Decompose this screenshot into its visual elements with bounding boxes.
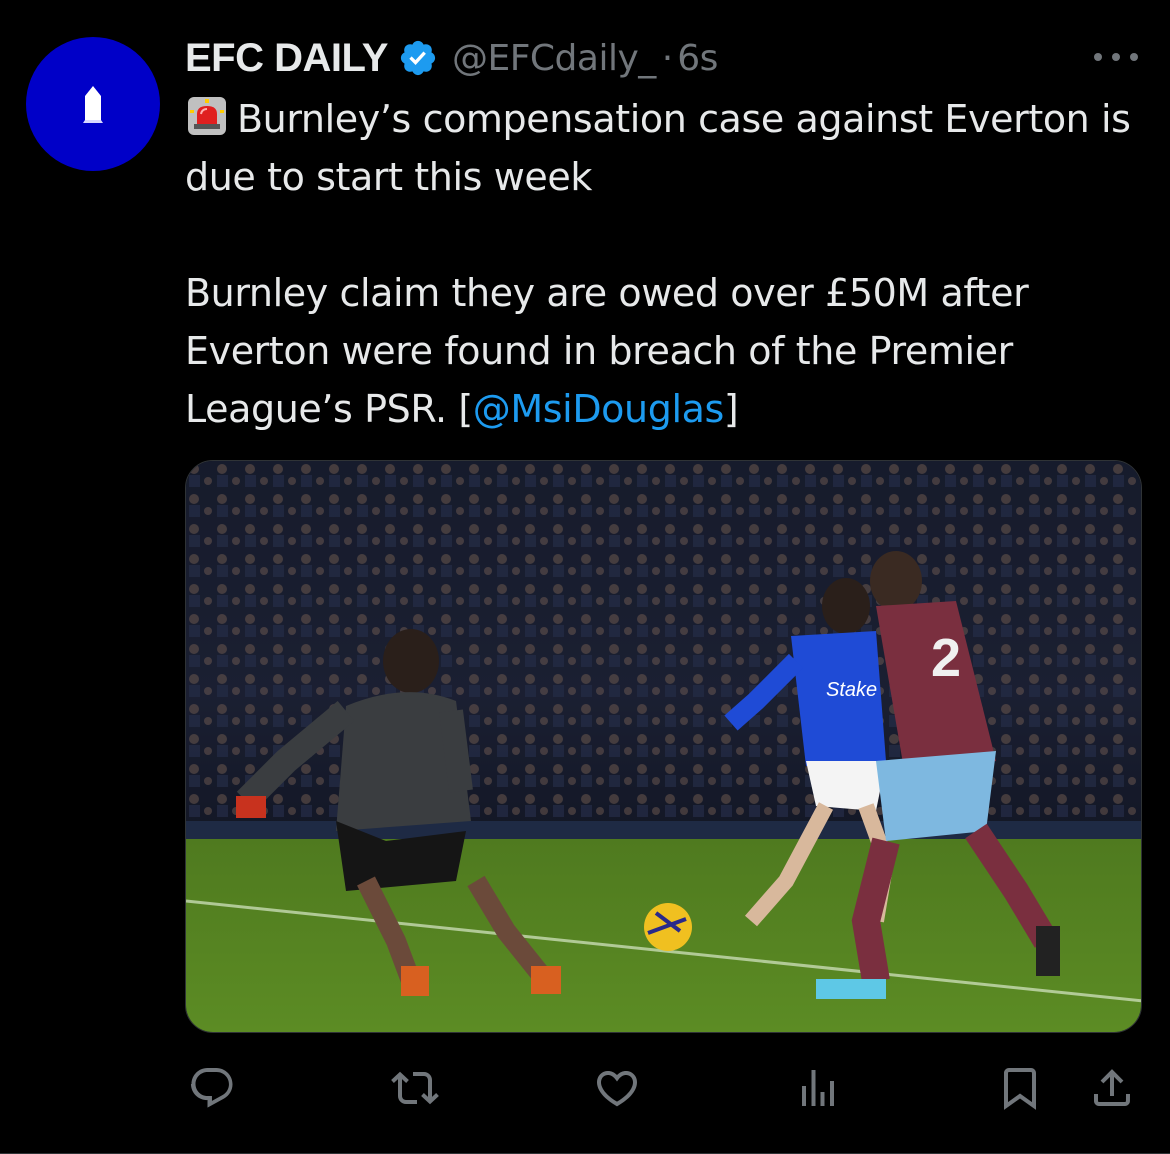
display-name[interactable]: EFC DAILY xyxy=(185,36,388,81)
tweet-header: EFC DAILY @EFCdaily_ · 6s xyxy=(185,30,718,86)
mention-link[interactable]: @MsiDouglas xyxy=(473,387,725,431)
author-handle[interactable]: @EFCdaily_ xyxy=(452,38,656,79)
timestamp[interactable]: 6s xyxy=(677,38,718,79)
share-icon[interactable] xyxy=(1082,1058,1142,1118)
reply-icon[interactable] xyxy=(182,1058,242,1118)
separator-dot: · xyxy=(661,37,674,79)
tweet-text: Burnley’s compensation case against Ever… xyxy=(185,90,1135,438)
retweet-icon[interactable] xyxy=(385,1058,445,1118)
verified-badge-icon[interactable] xyxy=(398,38,438,78)
heart-icon[interactable] xyxy=(587,1058,647,1118)
avatar[interactable] xyxy=(26,37,160,171)
tweet-paragraph-1: Burnley’s compensation case against Ever… xyxy=(185,90,1135,206)
action-bar xyxy=(0,1058,1170,1118)
tweet-line-2-end: ] xyxy=(723,387,739,431)
football-photo: Stake 2 xyxy=(186,461,1141,1032)
more-options-icon[interactable] xyxy=(1094,42,1138,72)
church-tower-logo-icon xyxy=(83,86,103,123)
tweet-card[interactable]: EFC DAILY @EFCdaily_ · 6s Burnley’s comp… xyxy=(0,0,1170,1154)
sponsor-text: Stake xyxy=(826,679,877,701)
siren-icon xyxy=(185,94,229,138)
tweet-line-1: Burnley’s compensation case against Ever… xyxy=(185,97,1131,199)
bookmark-icon[interactable] xyxy=(990,1058,1050,1118)
analytics-icon[interactable] xyxy=(788,1058,848,1118)
tweet-photo[interactable]: Stake 2 xyxy=(185,460,1142,1033)
tweet-paragraph-2: Burnley claim they are owed over £50M af… xyxy=(185,264,1135,438)
burnley-player-number: 2 xyxy=(931,628,961,688)
